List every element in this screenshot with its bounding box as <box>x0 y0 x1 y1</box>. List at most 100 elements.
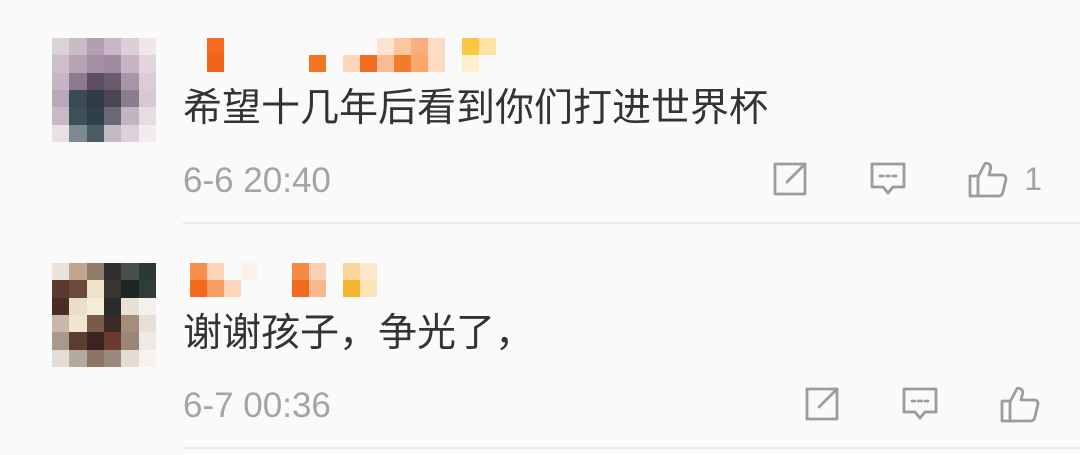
avatar-mosaic-pixel <box>52 297 70 315</box>
avatar-mosaic-pixel <box>52 124 70 142</box>
username-mosaic-pixel <box>275 55 292 72</box>
username-mosaic-pixel <box>224 263 241 280</box>
username-mosaic-pixel <box>411 55 428 72</box>
avatar-mosaic-pixel <box>86 280 104 298</box>
share-button[interactable] <box>804 385 840 423</box>
avatar-mosaic-pixel <box>104 315 122 333</box>
username-mosaic-pixel <box>309 280 326 297</box>
divider <box>183 222 1080 224</box>
username-mosaic-pixel <box>309 55 326 72</box>
avatar-mosaic-pixel <box>86 332 104 350</box>
username-mosaic-pixel <box>428 38 445 55</box>
avatar[interactable] <box>52 263 156 367</box>
avatar-mosaic-pixel <box>104 124 122 142</box>
avatar-mosaic-pixel <box>121 124 139 142</box>
username-mosaic-pixel <box>207 38 224 55</box>
share-button[interactable] <box>772 160 808 198</box>
username-mosaic-pixel <box>343 263 360 280</box>
avatar-mosaic-pixel <box>86 38 104 56</box>
avatar-mosaic-pixel <box>121 349 139 367</box>
avatar-mosaic-pixel <box>121 90 139 108</box>
username-mosaic-pixel <box>462 55 479 72</box>
username-mosaic-pixel <box>258 263 275 280</box>
thumbs-up-icon <box>1000 386 1040 423</box>
avatar-mosaic-pixel <box>86 297 104 315</box>
username-mosaic-pixel <box>275 263 292 280</box>
avatar-mosaic-pixel <box>104 90 122 108</box>
username-mosaic-pixel <box>326 263 343 280</box>
username-mosaic-pixel <box>394 38 411 55</box>
username-mosaic-pixel <box>207 280 224 297</box>
username-mosaic-pixel <box>224 55 241 72</box>
comment-icon <box>870 162 906 195</box>
avatar-mosaic-pixel <box>86 107 104 125</box>
avatar-mosaic-pixel <box>52 280 70 298</box>
avatar-mosaic-pixel <box>138 280 156 298</box>
avatar-mosaic-pixel <box>86 124 104 142</box>
username-mosaic-pixel <box>411 38 428 55</box>
username-mosaic-pixel <box>241 55 258 72</box>
username-mosaic-pixel <box>360 55 377 72</box>
username-mosaic-pixel <box>292 280 309 297</box>
avatar-mosaic-pixel <box>121 280 139 298</box>
avatar-mosaic-pixel <box>121 315 139 333</box>
avatar-mosaic-pixel <box>52 315 70 333</box>
username-mosaic-pixel <box>241 38 258 55</box>
username-mosaic-pixel <box>428 55 445 72</box>
comment-list: 希望十几年后看到你们打进世界杯 6-6 20:40 1 谢谢孩子，争光了， 6-… <box>0 0 1080 455</box>
avatar-mosaic-pixel <box>138 90 156 108</box>
username-mosaic-pixel <box>309 38 326 55</box>
username-mosaic-pixel <box>258 280 275 297</box>
comment-button[interactable] <box>902 385 938 423</box>
avatar-mosaic-pixel <box>138 297 156 315</box>
avatar-mosaic-pixel <box>138 263 156 281</box>
avatar-mosaic-pixel <box>121 107 139 125</box>
like-button[interactable]: 1 <box>968 160 1042 198</box>
avatar-mosaic-pixel <box>104 280 122 298</box>
comment-item: 希望十几年后看到你们打进世界杯 6-6 20:40 1 <box>0 0 1080 225</box>
timestamp: 6-6 20:40 <box>183 161 331 200</box>
username-mosaic-pixel <box>445 55 462 72</box>
username-mosaic-pixel <box>224 280 241 297</box>
avatar-mosaic-pixel <box>86 55 104 73</box>
avatar-mosaic-pixel <box>104 55 122 73</box>
avatar-mosaic-pixel <box>52 263 70 281</box>
avatar[interactable] <box>52 38 156 142</box>
avatar-mosaic-pixel <box>86 349 104 367</box>
avatar-mosaic-pixel <box>69 55 87 73</box>
username-mosaic-pixel <box>207 55 224 72</box>
avatar-mosaic-pixel <box>52 38 70 56</box>
username-mosaic-pixel <box>479 38 496 55</box>
comment-text: 谢谢孩子，争光了， <box>183 312 535 355</box>
username-mosaic-pixel <box>258 55 275 72</box>
username-mosaic-pixel <box>326 38 343 55</box>
username-mosaic-pixel <box>292 55 309 72</box>
username-mosaic[interactable] <box>190 263 377 297</box>
avatar-mosaic-pixel <box>104 107 122 125</box>
avatar-mosaic-pixel <box>52 55 70 73</box>
comment-button[interactable] <box>870 160 906 198</box>
like-button[interactable] <box>1000 385 1040 423</box>
timestamp: 6-7 00:36 <box>183 386 331 425</box>
username-mosaic-pixel <box>190 263 207 280</box>
username-mosaic-pixel <box>292 38 309 55</box>
avatar-mosaic-pixel <box>104 297 122 315</box>
avatar-mosaic-pixel <box>121 332 139 350</box>
comment-item: 谢谢孩子，争光了， 6-7 00:36 <box>0 225 1080 450</box>
username-mosaic-pixel <box>445 38 462 55</box>
avatar-mosaic-pixel <box>69 332 87 350</box>
avatar-mosaic-pixel <box>69 107 87 125</box>
username-mosaic-pixel <box>224 38 241 55</box>
username-mosaic-pixel <box>326 55 343 72</box>
username-mosaic[interactable] <box>190 38 496 72</box>
username-mosaic-pixel <box>292 263 309 280</box>
avatar-mosaic-pixel <box>121 38 139 56</box>
share-icon <box>773 162 807 196</box>
username-mosaic-pixel <box>343 280 360 297</box>
username-mosaic-pixel <box>394 55 411 72</box>
avatar-mosaic-pixel <box>104 263 122 281</box>
avatar-mosaic-pixel <box>138 72 156 90</box>
username-mosaic-pixel <box>190 280 207 297</box>
avatar-mosaic-pixel <box>86 72 104 90</box>
avatar-mosaic-pixel <box>121 55 139 73</box>
